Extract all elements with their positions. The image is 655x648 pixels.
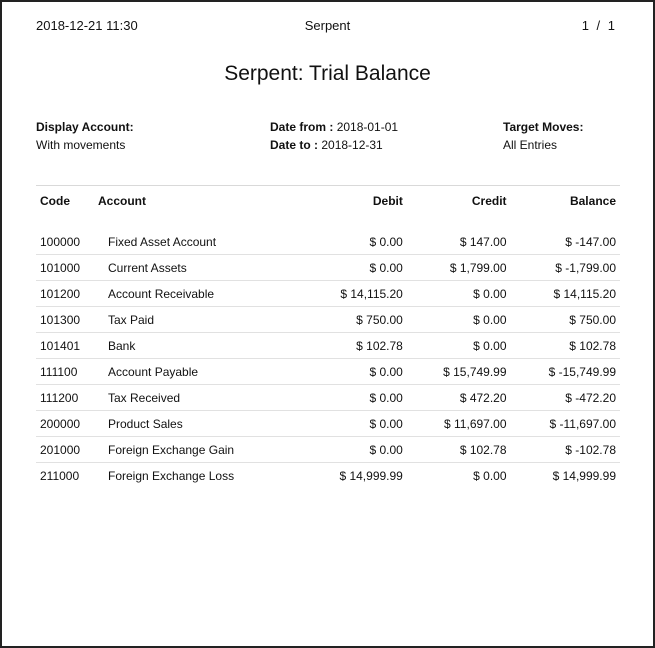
cell-account: Account Receivable [94,280,304,307]
cell-debit: $ 0.00 [303,436,407,463]
cell-balance: $ -15,749.99 [510,358,620,385]
cell-debit: $ 0.00 [303,229,407,255]
cell-code: 101200 [36,280,94,307]
cell-code: 111100 [36,358,94,385]
date-from-value: 2018-01-01 [336,120,399,134]
cell-credit: $ 0.00 [473,468,507,483]
date-to-label: Date to : [270,138,318,152]
cell-code: 211000 [40,468,80,483]
cell-credit: $ 1,799.00 [406,254,511,281]
table-row: 111200 Tax Received $ 0.00 $ 472.20 $ -4… [36,384,620,411]
cell-balance: $ 14,115.20 [510,280,620,307]
table-row: 200000 Product Sales $ 0.00 $ 11,697.00 … [36,410,620,437]
column-header-account: Account [94,185,304,215]
cell-debit: $ 102.78 [303,332,407,359]
cell-credit: $ 0.00 [406,306,511,333]
cell-code: 200000 [36,410,94,437]
cell-account: Foreign Exchange Loss [108,468,235,483]
date-from-label: Date from : [270,120,334,134]
display-account-block: Display Account: With movements [36,118,134,154]
cell-balance: $ 14,999.99 [552,468,616,483]
cell-account: Account Payable [94,358,304,385]
report-title: Serpent: Trial Balance [224,62,431,85]
table-row: 101401 Bank $ 102.78 $ 0.00 $ 102.78 [36,332,620,359]
target-moves-value: All Entries [503,138,558,152]
cell-code: 101000 [36,254,94,281]
table-header-row: Code Account Debit Credit Balance [36,185,620,215]
cell-debit: $ 0.00 [303,254,407,281]
date-to-row: Date to : 2018-12-31 [270,136,398,154]
table-row: 100000 Fixed Asset Account $ 0.00 $ 147.… [36,229,620,255]
cell-account: Foreign Exchange Gain [94,436,304,463]
page-indicator: 1 / 1 [581,18,615,33]
cell-balance: $ -102.78 [510,436,620,463]
header-spacer [36,215,620,229]
cell-code: 101401 [36,332,94,359]
date-from-row: Date from : 2018-01-01 [270,118,398,136]
column-header-balance: Balance [510,185,620,215]
cell-credit: $ 15,749.99 [406,358,511,385]
cell-account: Fixed Asset Account [94,229,304,255]
cell-balance: $ -472.20 [510,384,620,411]
cell-account: Tax Paid [94,306,304,333]
cell-credit: $ 0.00 [406,280,511,307]
cell-balance: $ -147.00 [510,229,620,255]
cell-code: 111200 [36,384,94,411]
trial-balance-table: Code Account Debit Credit Balance 100000… [36,185,620,488]
cell-code: 201000 [36,436,94,463]
date-range-block: Date from : 2018-01-01 Date to : 2018-12… [270,118,398,154]
cell-debit: $ 0.00 [303,384,407,411]
report-page: 2018-12-21 11:30 Serpent 1 / 1 Serpent: … [0,0,655,648]
cell-credit: $ 11,697.00 [406,410,511,437]
cell-credit: $ 472.20 [406,384,511,411]
cell-debit: $ 750.00 [303,306,407,333]
target-moves-block: Target Moves: All Entries [503,118,583,154]
cell-account: Tax Received [94,384,304,411]
cell-debit: $ 14,115.20 [303,280,407,307]
cell-balance: $ -1,799.00 [510,254,620,281]
table-row: 101000 Current Assets $ 0.00 $ 1,799.00 … [36,254,620,281]
cell-balance: $ 102.78 [510,332,620,359]
table-row: 101300 Tax Paid $ 750.00 $ 0.00 $ 750.00 [36,306,620,333]
cell-credit: $ 0.00 [406,332,511,359]
column-header-debit: Debit [303,185,407,215]
display-account-label: Display Account: [36,120,134,134]
company-name: Serpent [304,18,351,33]
cell-debit: $ 14,999.99 [339,468,403,483]
cell-debit: $ 0.00 [303,410,407,437]
cell-balance: $ -11,697.00 [510,410,620,437]
cell-account: Product Sales [94,410,304,437]
table-row: 111100 Account Payable $ 0.00 $ 15,749.9… [36,358,620,385]
table-row: 211000 Foreign Exchange Loss $ 14,999.99… [36,463,620,489]
target-moves-label: Target Moves: [503,120,584,134]
column-header-credit: Credit [406,185,511,215]
cell-credit: $ 102.78 [406,436,511,463]
table-row: 201000 Foreign Exchange Gain $ 0.00 $ 10… [36,436,620,463]
cell-account: Current Assets [94,254,304,281]
cell-debit: $ 0.00 [303,358,407,385]
cell-code: 101300 [36,306,94,333]
column-header-code: Code [36,185,94,215]
cell-code: 100000 [36,229,94,255]
date-to-value: 2018-12-31 [321,138,383,152]
cell-credit: $ 147.00 [406,229,511,255]
cell-balance: $ 750.00 [510,306,620,333]
display-account-value: With movements [36,138,126,152]
cell-account: Bank [94,332,304,359]
table-row: 101200 Account Receivable $ 14,115.20 $ … [36,280,620,307]
